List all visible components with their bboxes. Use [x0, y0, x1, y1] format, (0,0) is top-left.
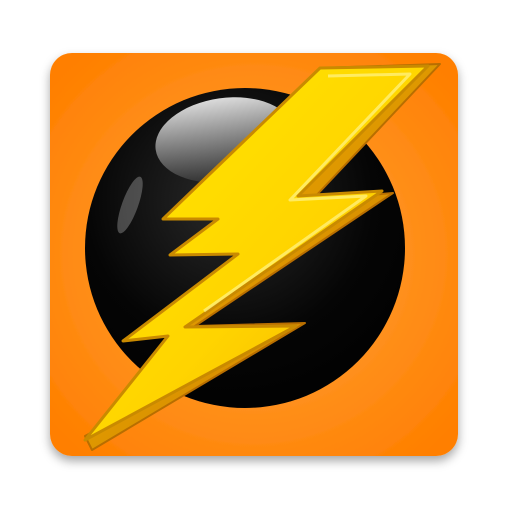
app-icon[interactable] — [0, 0, 512, 512]
app-icon-graphic — [50, 53, 458, 456]
